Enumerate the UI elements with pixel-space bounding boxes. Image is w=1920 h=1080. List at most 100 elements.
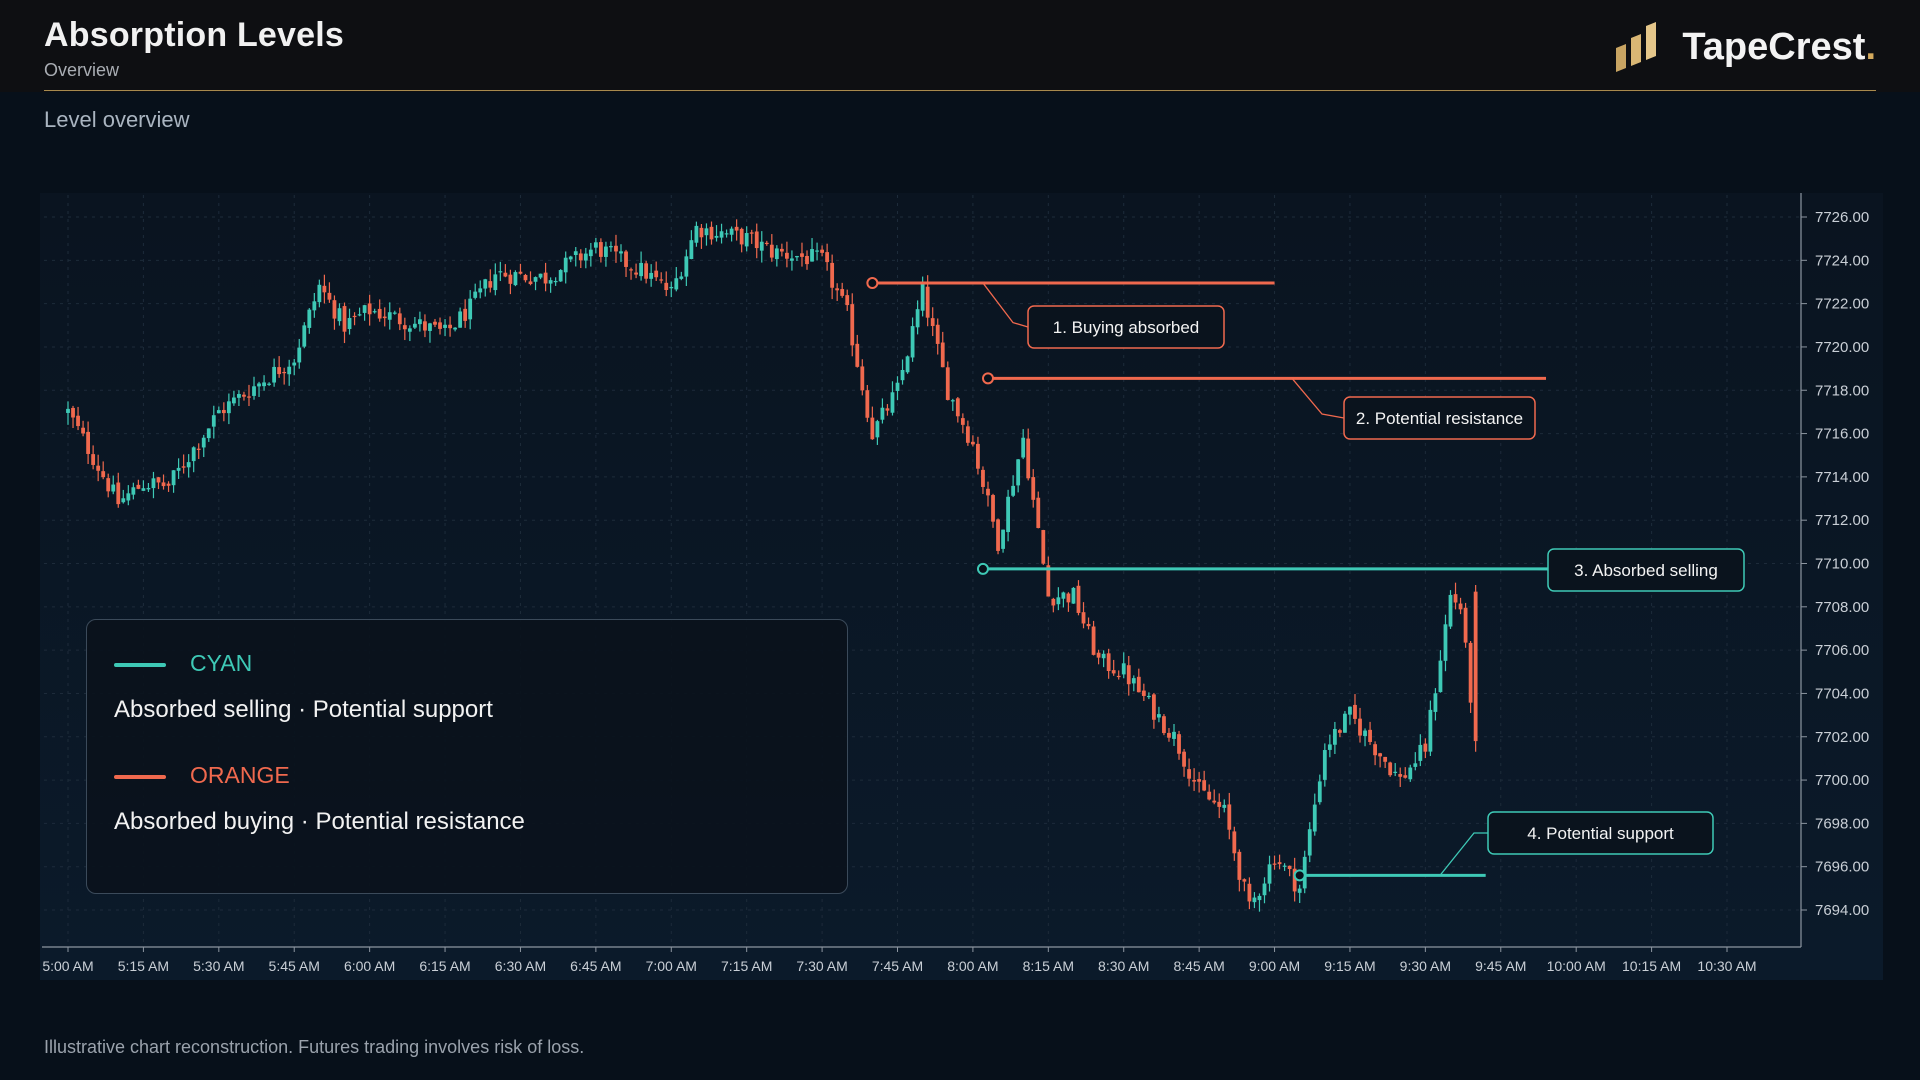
x-tick-label: 8:15 AM: [1023, 958, 1074, 974]
candle-body: [1257, 895, 1262, 901]
candle-body: [171, 470, 176, 486]
candle-body: [443, 324, 447, 328]
candle-body: [965, 426, 970, 443]
candle-body: [935, 324, 940, 344]
candle-body: [1011, 485, 1016, 496]
legend-orange-swatch: [114, 775, 166, 779]
candle-body: [418, 319, 422, 325]
candle-body: [563, 257, 568, 273]
candle-body: [991, 495, 995, 522]
candle-body: [1332, 728, 1337, 745]
candle-body: [237, 394, 241, 398]
candle-body: [805, 255, 809, 265]
candle-body: [1172, 731, 1176, 739]
candle-body: [503, 272, 508, 277]
level-anchor-dot: [981, 372, 994, 385]
candle-body: [609, 246, 613, 248]
candle-body: [1277, 862, 1282, 865]
candle-body: [352, 315, 357, 318]
candle-body: [367, 303, 372, 315]
y-tick-label: 7724.00: [1815, 252, 1869, 269]
candle-body: [1368, 729, 1372, 742]
x-tick-label: 7:15 AM: [721, 958, 772, 974]
candle-body: [508, 274, 513, 284]
candle-body: [428, 323, 432, 331]
x-tick-label: 7:45 AM: [872, 958, 923, 974]
candle-body: [1146, 695, 1151, 698]
candle-body: [121, 498, 126, 503]
candle-body: [1327, 744, 1332, 750]
candle-body: [593, 242, 598, 248]
candle-body: [473, 291, 478, 298]
candle-body: [689, 240, 694, 260]
candle-body: [840, 289, 845, 296]
candle-body: [81, 427, 85, 434]
y-tick-label: 7700.00: [1815, 772, 1869, 789]
candle-body: [1182, 751, 1186, 767]
candlestick-chart: 1. Buying absorbed 2. Potential resistanc…: [40, 193, 1883, 980]
candle-body: [402, 325, 407, 330]
legend-cyan-desc: Absorbed selling · Potential support: [114, 696, 493, 723]
candle-body: [1317, 781, 1322, 803]
legend-cyan-swatch: [114, 663, 166, 667]
candle-body: [654, 270, 659, 278]
candle-body: [161, 482, 166, 487]
candle-body: [1222, 804, 1227, 808]
candle-body: [1056, 597, 1061, 605]
candle-body: [810, 249, 814, 262]
candle-body: [1066, 593, 1071, 603]
candle-body: [1282, 865, 1287, 867]
candle-body: [971, 441, 975, 445]
candle-body: [327, 292, 332, 300]
candle-body: [453, 327, 457, 330]
candle-body: [292, 362, 297, 366]
footer-disclaimer: Illustrative chart reconstruction. Futur…: [44, 1037, 585, 1057]
candle-body: [910, 326, 915, 358]
candle-body: [1453, 594, 1458, 603]
x-tick-label: 9:15 AM: [1324, 958, 1375, 974]
y-tick-label: 7712.00: [1815, 512, 1869, 529]
candle-body: [387, 312, 392, 320]
candle-body: [875, 421, 880, 438]
candle-body: [337, 308, 342, 322]
x-tick-label: 7:30 AM: [796, 958, 847, 974]
candle-body: [206, 428, 211, 439]
candle-body: [905, 356, 910, 373]
candle-body: [186, 462, 191, 468]
candle-body: [553, 280, 558, 283]
candle-body: [101, 471, 106, 478]
x-tick-label: 9:30 AM: [1400, 958, 1451, 974]
x-tick-label: 5:30 AM: [193, 958, 244, 974]
candle-body: [1373, 744, 1377, 756]
candle-body: [523, 275, 528, 281]
y-tick-label: 7694.00: [1815, 902, 1869, 919]
candle-body: [945, 367, 950, 400]
candle-body: [1111, 670, 1116, 674]
candle-body: [1458, 603, 1463, 610]
candle-body: [1006, 496, 1010, 533]
candle-body: [774, 248, 779, 260]
candle-body: [764, 242, 769, 245]
x-tick-label: 10:00 AM: [1547, 958, 1606, 974]
candle-body: [1423, 743, 1428, 752]
candle-body: [981, 469, 985, 487]
y-tick-label: 7708.00: [1815, 599, 1869, 616]
candle-body: [739, 228, 744, 245]
candle-body: [533, 277, 538, 282]
candle-body: [639, 262, 644, 277]
candle-body: [332, 300, 337, 319]
candle-body: [1001, 529, 1005, 549]
candle-body: [91, 454, 96, 465]
candle-body: [307, 309, 312, 328]
candle-body: [604, 246, 608, 257]
candle-body: [1307, 829, 1312, 856]
candle-body: [1136, 676, 1141, 693]
candle-body: [588, 249, 593, 257]
candle-body: [790, 258, 794, 261]
candle-body: [216, 410, 221, 414]
candle-body: [272, 366, 277, 383]
candle-body: [1121, 663, 1126, 675]
candle-body: [1031, 477, 1036, 500]
candle-body: [1076, 585, 1081, 613]
y-tick-label: 7710.00: [1815, 556, 1869, 573]
